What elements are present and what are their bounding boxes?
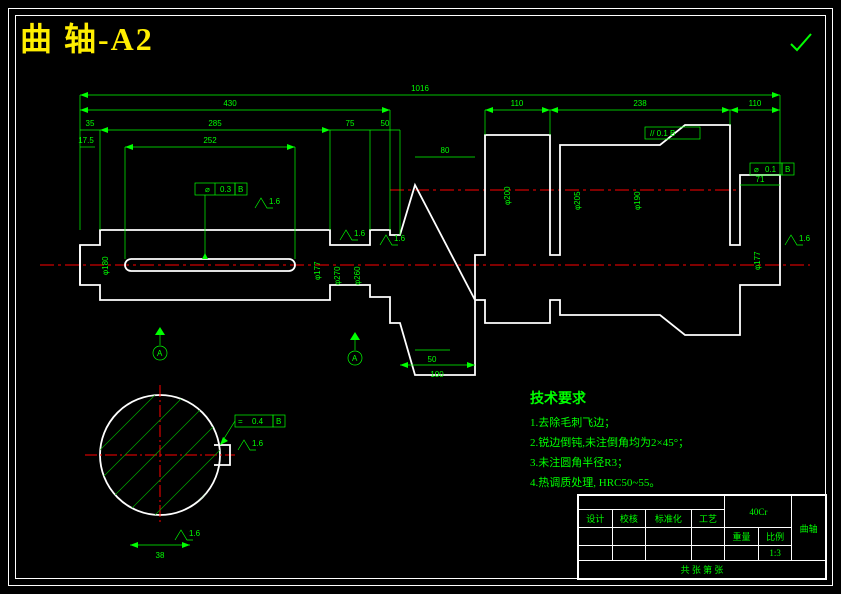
svg-text:B: B	[276, 417, 281, 426]
svg-text:φ270: φ270	[333, 266, 342, 285]
svg-text:0.1: 0.1	[765, 165, 777, 174]
svg-text:φ177: φ177	[313, 261, 322, 280]
svg-text:238: 238	[633, 99, 647, 108]
tech-req-item: 3.未注圆角半径R3；	[530, 454, 689, 470]
svg-text:A: A	[157, 349, 163, 358]
svg-text:B: B	[238, 185, 243, 194]
svg-text:38: 38	[156, 551, 165, 560]
svg-text:17.5: 17.5	[78, 136, 94, 145]
svg-text:110: 110	[749, 99, 762, 108]
svg-text:0.4: 0.4	[252, 417, 264, 426]
svg-text:80: 80	[441, 146, 450, 155]
svg-text:50: 50	[381, 119, 390, 128]
svg-text:1.6: 1.6	[189, 529, 201, 538]
tech-req-item: 1.去除毛刺飞边；	[530, 414, 689, 430]
svg-text:100: 100	[430, 370, 444, 379]
material-cell: 40Cr	[725, 496, 792, 528]
svg-text:φ205: φ205	[573, 191, 582, 210]
svg-text:430: 430	[223, 99, 237, 108]
svg-text:1.6: 1.6	[269, 197, 281, 206]
drawing-title: 曲 轴-A2	[20, 14, 154, 60]
svg-text:φ200: φ200	[503, 186, 512, 205]
svg-text:φ260: φ260	[353, 266, 362, 285]
svg-text:φ177: φ177	[753, 251, 762, 270]
svg-text:1.6: 1.6	[354, 229, 366, 238]
svg-text:75: 75	[346, 119, 355, 128]
svg-text:1.6: 1.6	[799, 234, 810, 243]
tech-req-heading: 技术要求	[530, 388, 689, 408]
svg-text:0.3: 0.3	[220, 185, 232, 194]
svg-text:285: 285	[208, 119, 222, 128]
svg-text:252: 252	[203, 136, 217, 145]
shaft-main-view: 1016 430 110 238 110 35 285 75 50 17.5 2…	[40, 75, 810, 385]
svg-text:A: A	[352, 354, 358, 363]
technical-requirements: 技术要求 1.去除毛刺飞边； 2.锐边倒钝,未注倒角均为2×45°； 3.未注圆…	[530, 388, 689, 494]
partname-cell: 曲轴	[792, 496, 826, 561]
svg-text:φ190: φ190	[633, 191, 642, 210]
title-block: 40Cr 曲轴 设计校核 标准化工艺 重量比例 1:3 共 张 第 张	[577, 494, 827, 580]
svg-text:B: B	[785, 165, 790, 174]
svg-text:50: 50	[428, 355, 437, 364]
svg-text:1.6: 1.6	[394, 234, 406, 243]
approval-mark-icon	[789, 30, 813, 59]
svg-text:=: =	[238, 417, 243, 426]
svg-text:71: 71	[756, 175, 765, 184]
svg-text:⌀: ⌀	[754, 165, 759, 174]
svg-text:110: 110	[511, 99, 524, 108]
tech-req-item: 4.热调质处理, HRC50~55。	[530, 474, 689, 490]
svg-text:1.6: 1.6	[252, 439, 264, 448]
section-view: 38 = 0.4 B 1.6 1.6	[80, 380, 300, 570]
tech-req-item: 2.锐边倒钝,未注倒角均为2×45°；	[530, 434, 689, 450]
svg-text:⌀: ⌀	[205, 185, 210, 194]
svg-text:35: 35	[86, 119, 95, 128]
svg-text:// 0.1 B: // 0.1 B	[650, 129, 675, 138]
svg-text:φ180: φ180	[101, 256, 110, 275]
dim-overall: 1016	[411, 84, 429, 93]
